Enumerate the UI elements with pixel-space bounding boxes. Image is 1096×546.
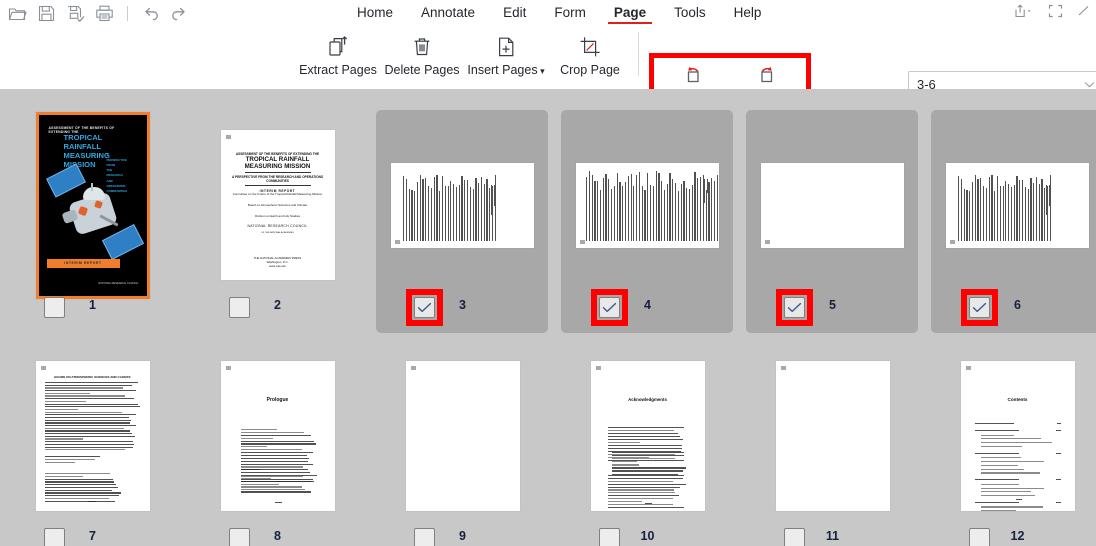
page-preview[interactable] <box>946 162 1089 248</box>
thumbnail-image-wrap[interactable]: BOARD ON ATMOSPHERIC SCIENCES AND CLIMAT… <box>0 341 185 531</box>
page-number-label: 3 <box>459 298 466 312</box>
page-thumbnail-9[interactable]: 9 <box>370 320 555 546</box>
page-preview[interactable] <box>576 162 719 248</box>
fullscreen-icon[interactable] <box>1048 4 1063 23</box>
title-bar: Home Annotate Edit Form Page Tools Help <box>0 0 1096 26</box>
thumbnail-image-wrap[interactable]: ASSESSMENT OF THE BENEFITS OF EXTENDING … <box>185 110 370 300</box>
page-preview[interactable]: ASSESSMENT OF THE BENEFITS OF EXTENDING … <box>220 130 335 280</box>
menu-annotate[interactable]: Annotate <box>407 0 489 26</box>
ribbon-divider <box>638 32 639 76</box>
page-thumbnail-7[interactable]: BOARD ON ATMOSPHERIC SCIENCES AND CLIMAT… <box>0 320 185 546</box>
page-number-label: 11 <box>825 529 840 543</box>
menu-form[interactable]: Form <box>540 0 600 26</box>
thumbnail-footer: 7 <box>0 528 185 546</box>
page-preview[interactable]: Prologue <box>220 361 335 511</box>
thumbnail-footer: 12 <box>925 528 1096 546</box>
collapse-ribbon-icon[interactable] <box>1077 4 1090 23</box>
insert-pages-label: Insert Pages <box>467 62 544 79</box>
thumbnail-image-wrap[interactable] <box>925 110 1096 300</box>
menu-edit[interactable]: Edit <box>489 0 540 26</box>
page-preview[interactable] <box>391 162 534 248</box>
page-number-label: 8 <box>274 529 281 543</box>
quick-access-toolbar <box>8 0 189 26</box>
save-as-icon[interactable] <box>66 4 85 23</box>
page-number-label: 2 <box>274 298 281 312</box>
page-number-label: 6 <box>1014 298 1021 312</box>
thumbnail-image-wrap[interactable]: Acknowledgments <box>555 341 740 531</box>
menu-home[interactable]: Home <box>343 0 407 26</box>
page-number-label: 5 <box>829 298 836 312</box>
page-preview[interactable]: Contents <box>960 361 1075 511</box>
share-icon[interactable] <box>1012 3 1034 23</box>
rotate-left-icon <box>681 61 707 89</box>
rotate-right-icon <box>753 61 779 89</box>
extract-pages-button[interactable]: Extract Pages <box>296 26 380 89</box>
page-thumbnail-panel[interactable]: ASSESSMENT OF THE BENEFITS OF EXTENDING T… <box>0 89 1096 546</box>
page-number-label: 4 <box>644 298 651 312</box>
page-number-label: 9 <box>459 529 466 543</box>
thumbnail-image-wrap[interactable] <box>370 341 555 531</box>
extract-pages-icon <box>325 31 351 62</box>
thumbnail-image-wrap[interactable]: Contents <box>925 341 1096 531</box>
page-ribbon: Extract Pages Delete Pages Insert Pages … <box>0 26 1096 120</box>
thumbnail-footer: 11 <box>740 528 925 546</box>
page-thumbnail-6[interactable]: 6 <box>925 89 1096 333</box>
main-menu: Home Annotate Edit Form Page Tools Help <box>343 0 775 26</box>
thumbnail-image-wrap[interactable]: Prologue <box>185 341 370 531</box>
page-thumbnail-12[interactable]: Contents 12 <box>925 320 1096 546</box>
page-number-label: 12 <box>1010 529 1025 543</box>
page-preview[interactable] <box>405 361 520 511</box>
menu-page[interactable]: Page <box>600 0 660 26</box>
crop-page-icon <box>577 31 603 62</box>
extract-pages-label: Extract Pages <box>299 63 377 77</box>
page-thumbnail-10[interactable]: Acknowledgments 10 <box>555 320 740 546</box>
page-preview[interactable]: ASSESSMENT OF THE BENEFITS OF EXTENDING T… <box>35 111 150 299</box>
page-number-label: 7 <box>89 529 96 543</box>
insert-pages-button[interactable]: Insert Pages <box>464 26 548 89</box>
toolbar-divider <box>127 5 128 21</box>
page-preview[interactable]: Acknowledgments <box>590 361 705 511</box>
menu-tools[interactable]: Tools <box>660 0 720 26</box>
page-preview[interactable] <box>761 162 904 248</box>
window-controls <box>1012 0 1090 26</box>
thumbnail-image-wrap[interactable] <box>555 110 740 300</box>
redo-icon[interactable] <box>170 4 189 23</box>
delete-pages-button[interactable]: Delete Pages <box>380 26 464 89</box>
thumbnail-footer: 10 <box>555 528 740 546</box>
page-preview[interactable]: BOARD ON ATMOSPHERIC SCIENCES AND CLIMAT… <box>35 361 150 511</box>
thumbnail-image-wrap[interactable] <box>740 110 925 300</box>
menu-help[interactable]: Help <box>720 0 776 26</box>
page-tools-group: Extract Pages Delete Pages Insert Pages … <box>296 26 645 89</box>
thumbnail-footer: 8 <box>185 528 370 546</box>
delete-pages-label: Delete Pages <box>384 63 460 77</box>
thumbnail-image-wrap[interactable]: ASSESSMENT OF THE BENEFITS OF EXTENDING T… <box>0 110 185 300</box>
page-thumbnail-8[interactable]: Prologue 8 <box>185 320 370 546</box>
pdf-editor-window: Home Annotate Edit Form Page Tools Help <box>0 0 1096 546</box>
crop-page-button[interactable]: Crop Page <box>548 26 632 89</box>
page-thumbnail-3[interactable]: 3 <box>370 89 555 333</box>
page-thumbnail-2[interactable]: ASSESSMENT OF THE BENEFITS OF EXTENDING … <box>185 89 370 320</box>
page-number-label: 10 <box>640 529 655 543</box>
page-number-label: 1 <box>89 298 96 312</box>
page-thumbnail-11[interactable]: 11 <box>740 320 925 546</box>
page-thumbnail-4[interactable]: 4 <box>555 89 740 333</box>
thumbnail-image-wrap[interactable] <box>370 110 555 300</box>
delete-pages-icon <box>409 31 435 62</box>
insert-pages-icon <box>493 31 519 62</box>
page-thumbnail-5[interactable]: 5 <box>740 89 925 333</box>
print-icon[interactable] <box>95 4 114 23</box>
undo-icon[interactable] <box>141 4 160 23</box>
page-preview[interactable] <box>775 361 890 511</box>
thumbnail-image-wrap[interactable] <box>740 341 925 531</box>
open-icon[interactable] <box>8 4 27 23</box>
save-icon[interactable] <box>37 4 56 23</box>
page-grid: ASSESSMENT OF THE BENEFITS OF EXTENDING T… <box>0 89 1096 546</box>
crop-page-label: Crop Page <box>560 63 620 77</box>
thumbnail-footer: 9 <box>370 528 555 546</box>
page-thumbnail-1[interactable]: ASSESSMENT OF THE BENEFITS OF EXTENDING T… <box>0 89 185 320</box>
